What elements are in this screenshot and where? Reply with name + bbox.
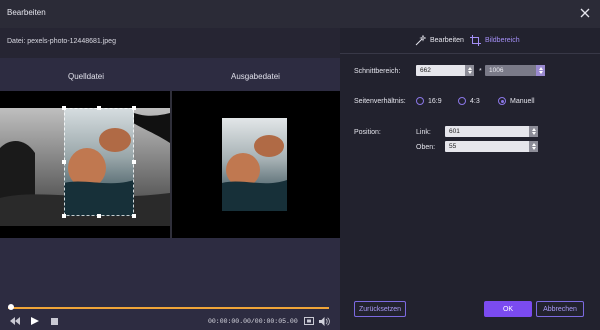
crop-selection[interactable] xyxy=(64,108,134,216)
stop-icon xyxy=(50,317,58,325)
ratio-manual-radio[interactable]: Manuell xyxy=(498,97,535,105)
play-icon xyxy=(31,317,39,325)
reset-button[interactable]: Zurücksetzen xyxy=(354,301,406,317)
tab-edit-label: Bearbeiten xyxy=(430,37,464,44)
title-bar: Bearbeiten xyxy=(0,0,600,28)
tab-crop-label: Bildbereich xyxy=(485,37,520,44)
timeline-handle[interactable] xyxy=(8,304,14,310)
crop-handle-tl[interactable] xyxy=(62,106,66,110)
position-top-value: 55 xyxy=(449,143,457,150)
crop-height-input[interactable]: 1006 xyxy=(485,65,545,76)
position-top-stepper[interactable] xyxy=(529,141,538,152)
rewind-button[interactable] xyxy=(9,315,21,327)
ok-button[interactable]: OK xyxy=(484,301,532,317)
tab-bar: Bearbeiten Bildbereich xyxy=(340,28,600,54)
crop-handle-bl[interactable] xyxy=(62,214,66,218)
volume-icon xyxy=(318,316,330,326)
crop-height-value: 1006 xyxy=(489,67,504,74)
crop-icon xyxy=(470,35,481,46)
crop-width-input[interactable]: 662 xyxy=(416,65,474,76)
crop-width-stepper[interactable] xyxy=(465,65,474,76)
ratio-16-9-label: 16:9 xyxy=(428,97,442,105)
screenshot-icon xyxy=(304,317,314,325)
preview-stage xyxy=(0,91,340,238)
output-label: Ausgabedatei xyxy=(231,72,280,81)
window-title: Bearbeiten xyxy=(7,8,46,17)
snapshot-button[interactable] xyxy=(303,315,315,327)
ratio-label: Seitenverhältnis: xyxy=(354,98,406,105)
crop-width-value: 662 xyxy=(420,67,431,74)
crop-handle-tm[interactable] xyxy=(97,106,101,110)
crop-handle-br[interactable] xyxy=(132,214,136,218)
position-left-value: 601 xyxy=(449,128,460,135)
crop-handle-ml[interactable] xyxy=(62,160,66,164)
cancel-button[interactable]: Abbrechen xyxy=(536,301,584,317)
file-bar: Datei: pexels-photo-12448681.jpeg xyxy=(0,28,340,58)
settings-panel: Bearbeiten Bildbereich Schnittbereich: 6… xyxy=(340,28,600,330)
output-image xyxy=(222,118,287,211)
times-sign: * xyxy=(479,68,482,75)
left-label: Link: xyxy=(416,129,431,136)
play-button[interactable] xyxy=(29,315,41,327)
ratio-4-3-radio[interactable]: 4:3 xyxy=(458,97,480,105)
preview-panel: Datei: pexels-photo-12448681.jpeg Quelld… xyxy=(0,28,340,330)
position-top-input[interactable]: 55 xyxy=(445,141,538,152)
position-label: Position: xyxy=(354,129,381,136)
volume-button[interactable] xyxy=(318,315,330,327)
file-name: Datei: pexels-photo-12448681.jpeg xyxy=(7,38,116,45)
radio-dot xyxy=(458,97,466,105)
crop-handle-tr[interactable] xyxy=(132,106,136,110)
source-label: Quelldatei xyxy=(68,72,105,81)
position-left-stepper[interactable] xyxy=(529,126,538,137)
timeline-track[interactable] xyxy=(8,307,329,309)
pane-divider xyxy=(170,91,172,238)
timecode: 00:00:00.00/00:00:05.00 xyxy=(208,318,298,325)
ratio-manual-label: Manuell xyxy=(510,97,535,105)
position-left-input[interactable]: 601 xyxy=(445,126,538,137)
crop-handle-bm[interactable] xyxy=(97,214,101,218)
top-label: Oben: xyxy=(416,144,436,151)
magic-wand-icon xyxy=(415,35,426,46)
radio-dot-selected xyxy=(498,97,506,105)
crop-height-stepper[interactable] xyxy=(536,65,545,76)
ratio-16-9-radio[interactable]: 16:9 xyxy=(416,97,442,105)
player-controls: 00:00:00.00/00:00:05.00 xyxy=(0,313,340,329)
tab-edit[interactable]: Bearbeiten xyxy=(415,35,464,46)
tab-crop[interactable]: Bildbereich xyxy=(470,35,520,46)
close-icon[interactable] xyxy=(578,6,592,20)
stop-button[interactable] xyxy=(48,315,60,327)
radio-dot xyxy=(416,97,424,105)
crop-area-label: Schnittbereich: xyxy=(354,68,401,75)
rewind-icon xyxy=(10,317,20,325)
ratio-4-3-label: 4:3 xyxy=(470,97,480,105)
crop-handle-mr[interactable] xyxy=(132,160,136,164)
